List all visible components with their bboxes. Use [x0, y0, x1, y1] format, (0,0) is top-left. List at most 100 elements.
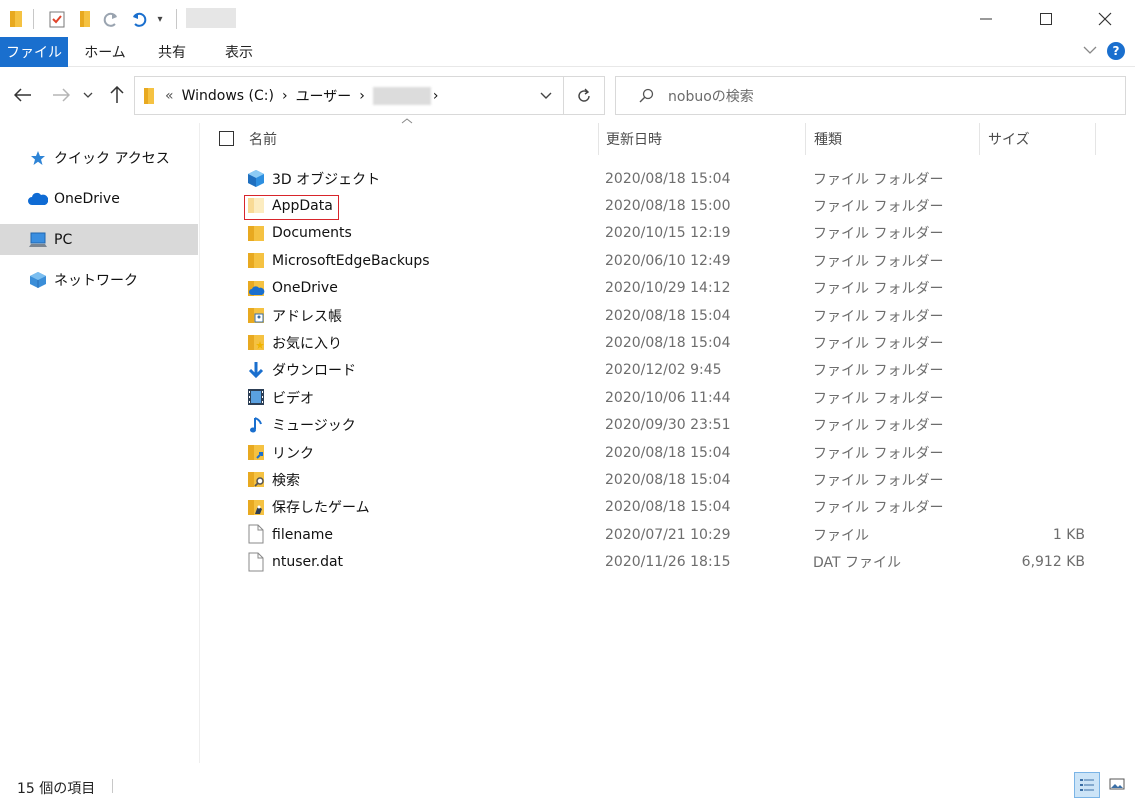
file-type: ファイル フォルダー: [813, 281, 944, 298]
breadcrumb-username-redacted[interactable]: [372, 86, 431, 105]
file-row[interactable]: お気に入り 2020/08/18 15:04 ファイル フォルダー: [201, 329, 1091, 356]
new-folder-icon[interactable]: [76, 8, 94, 30]
file-name: お気に入り: [272, 335, 342, 352]
breadcrumb-separator[interactable]: ›: [359, 88, 365, 104]
chevron-down-icon: [83, 92, 93, 98]
tab-share[interactable]: 共有: [142, 37, 202, 67]
file-row[interactable]: アドレス帳 2020/08/18 15:04 ファイル フォルダー: [201, 302, 1091, 329]
column-date[interactable]: 更新日時: [606, 123, 796, 155]
hidden-folder-icon: [246, 195, 266, 215]
tab-view[interactable]: 表示: [206, 37, 272, 67]
folder-icon: [143, 87, 155, 105]
nav-item-pc[interactable]: PC: [0, 224, 198, 255]
details-view-button[interactable]: [1074, 772, 1100, 798]
file-row[interactable]: 検索 2020/08/18 15:04 ファイル フォルダー: [201, 466, 1091, 493]
file-name: アドレス帳: [272, 308, 342, 325]
folder-icon: [246, 250, 266, 270]
expand-ribbon-icon[interactable]: [1083, 44, 1097, 59]
file-row[interactable]: OneDrive 2020/10/29 14:12 ファイル フォルダー: [201, 275, 1091, 302]
nav-item-label: PC: [54, 231, 73, 248]
cloud-icon: [28, 189, 48, 209]
file-type: ファイル フォルダー: [813, 472, 944, 489]
file-type: ファイル フォルダー: [813, 226, 944, 243]
address-bar[interactable]: « Windows (C:) › ユーザー › ›: [134, 76, 564, 115]
nav-item-quick-access[interactable]: クイック アクセス: [0, 142, 198, 173]
searches-folder-icon: [246, 469, 266, 489]
file-date: 2020/08/18 15:04: [605, 471, 731, 488]
up-button[interactable]: [106, 84, 128, 106]
breadcrumb-separator[interactable]: ›: [433, 88, 439, 104]
file-date: 2020/11/26 18:15: [605, 554, 731, 571]
refresh-icon: [578, 88, 590, 102]
folder-icon: [6, 8, 26, 30]
file-row[interactable]: ミュージック 2020/09/30 23:51 ファイル フォルダー: [201, 412, 1091, 439]
nav-item-label: OneDrive: [54, 190, 120, 207]
file-row[interactable]: リンク 2020/08/18 15:04 ファイル フォルダー: [201, 439, 1091, 466]
minimize-icon: [980, 18, 992, 19]
customize-quick-access-icon[interactable]: ▾: [153, 8, 167, 30]
file-row[interactable]: 保存したゲーム 2020/08/18 15:04 ファイル フォルダー: [201, 494, 1091, 521]
file-type: ファイル フォルダー: [813, 363, 944, 380]
large-icons-view-button[interactable]: [1104, 772, 1130, 798]
ribbon-tabs: ファイル ホーム 共有 表示 ?: [0, 37, 1135, 67]
column-type[interactable]: 種類: [814, 123, 974, 155]
file-row[interactable]: 3D オブジェクト 2020/08/18 15:04 ファイル フォルダー: [201, 165, 1091, 192]
title-bar: ▾: [0, 0, 1135, 37]
tab-home[interactable]: ホーム: [72, 37, 138, 67]
file-date: 2020/12/02 9:45: [605, 362, 722, 379]
file-name: ビデオ: [272, 390, 314, 407]
breadcrumb-overflow[interactable]: «: [165, 88, 174, 104]
close-button[interactable]: [1075, 0, 1135, 37]
column-name[interactable]: 名前: [249, 123, 589, 155]
file-name: Documents: [272, 225, 352, 242]
file-name: MicrosoftEdgeBackups: [272, 252, 430, 269]
redo-icon[interactable]: [101, 8, 123, 30]
nav-item-label: クイック アクセス: [54, 150, 170, 167]
close-icon: [1098, 12, 1112, 25]
search-box[interactable]: nobuoの検索: [615, 76, 1126, 115]
file-size: 1 KB: [1052, 526, 1085, 543]
nav-item-onedrive[interactable]: OneDrive: [0, 183, 198, 214]
minimize-button[interactable]: [956, 0, 1016, 37]
file-date: 2020/08/18 15:04: [605, 334, 731, 351]
file-row[interactable]: MicrosoftEdgeBackups 2020/06/10 12:49 ファイル…: [201, 247, 1091, 274]
chevron-down-icon: [540, 92, 551, 99]
properties-icon[interactable]: [46, 8, 68, 30]
file-name: 保存したゲーム: [272, 500, 370, 517]
file-type: ファイル フォルダー: [813, 390, 944, 407]
file-date: 2020/07/21 10:29: [605, 526, 731, 543]
file-row[interactable]: AppData 2020/08/18 15:00 ファイル フォルダー: [201, 192, 1091, 219]
refresh-button[interactable]: [564, 76, 605, 115]
file-type: ファイル フォルダー: [813, 445, 944, 462]
undo-icon[interactable]: [127, 8, 149, 30]
file-row[interactable]: Documents 2020/10/15 12:19 ファイル フォルダー: [201, 220, 1091, 247]
3d-objects-folder-icon: [246, 168, 266, 188]
file-row[interactable]: ビデオ 2020/10/06 11:44 ファイル フォルダー: [201, 384, 1091, 411]
column-size[interactable]: サイズ: [988, 123, 1088, 155]
breadcrumb-drive[interactable]: Windows (C:): [182, 88, 274, 104]
tab-file[interactable]: ファイル: [0, 37, 68, 67]
file-row[interactable]: filename 2020/07/21 10:29 ファイル 1 KB: [201, 521, 1091, 548]
nav-item-network[interactable]: ネットワーク: [0, 264, 198, 295]
file-size: 6,912 KB: [1021, 554, 1085, 571]
file-date: 2020/08/18 15:04: [605, 444, 731, 461]
address-history-button[interactable]: [527, 76, 564, 115]
file-row[interactable]: ntuser.dat 2020/11/26 18:15 DAT ファイル 6,912 …: [201, 549, 1091, 576]
breadcrumb-users[interactable]: ユーザー: [296, 86, 352, 106]
file-date: 2020/06/10 12:49: [605, 252, 731, 269]
file-row[interactable]: ダウンロード 2020/12/02 9:45 ファイル フォルダー: [201, 357, 1091, 384]
file-type: ファイル フォルダー: [813, 335, 944, 352]
navigation-bar: « Windows (C:) › ユーザー › › nobuoの検索: [0, 67, 1135, 123]
help-icon[interactable]: ?: [1107, 42, 1125, 60]
file-name: ダウンロード: [272, 363, 356, 380]
breadcrumb-separator[interactable]: ›: [282, 88, 288, 104]
file-name: ミュージック: [272, 418, 356, 435]
back-arrow-icon: [14, 88, 31, 102]
back-button[interactable]: [12, 84, 34, 106]
forward-button[interactable]: [50, 84, 72, 106]
file-name: ntuser.dat: [272, 554, 344, 571]
details-view-icon: [1080, 779, 1094, 791]
file-type: DAT ファイル: [813, 555, 902, 572]
maximize-button[interactable]: [1016, 0, 1076, 37]
recent-locations-button[interactable]: [80, 84, 96, 106]
